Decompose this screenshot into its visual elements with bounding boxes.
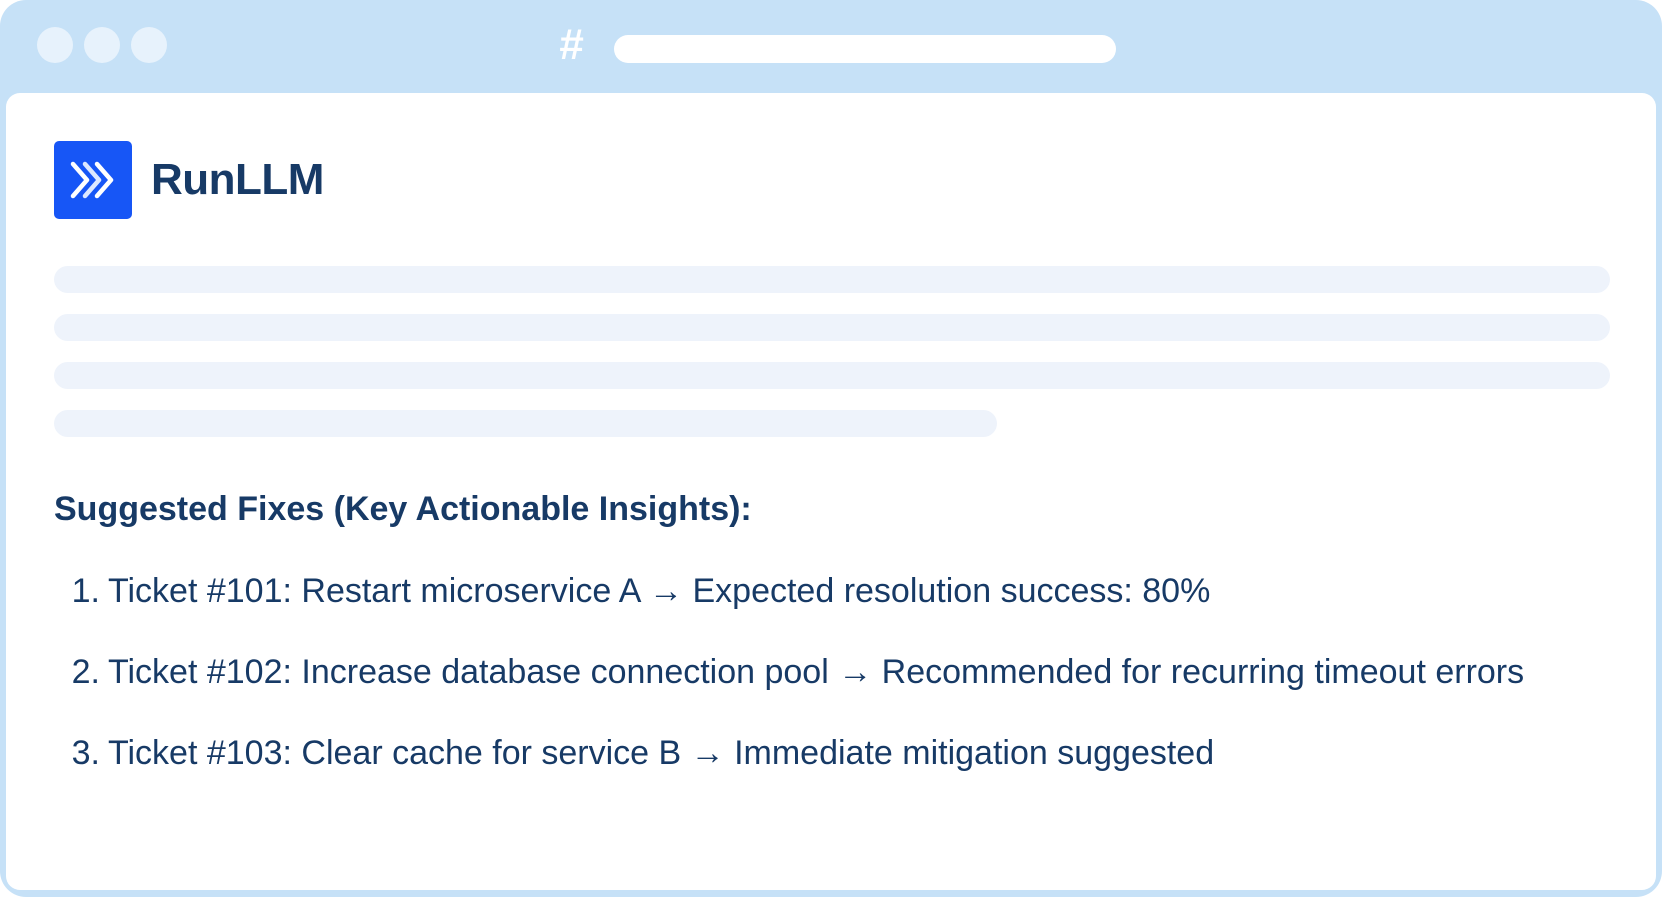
list-item-number: 3. — [71, 734, 100, 772]
suggested-fixes-heading: Suggested Fixes (Key Actionable Insights… — [54, 490, 752, 528]
browser-titlebar: # — [0, 0, 1662, 92]
brand-name: RunLLM — [151, 155, 324, 204]
browser-window: # RunLLM Suggested Fixes (Key Actionable… — [0, 0, 1662, 897]
brand-header: RunLLM — [54, 141, 324, 219]
list-item-text: Ticket #102: Increase database connectio… — [108, 653, 1525, 691]
hash-icon: # — [558, 20, 584, 69]
list-item-number: 2. — [71, 653, 100, 691]
runllm-logo — [54, 141, 132, 219]
double-chevron-right-icon — [70, 161, 114, 199]
window-minimize-dot[interactable] — [84, 27, 120, 63]
page-content: RunLLM Suggested Fixes (Key Actionable I… — [6, 93, 1656, 890]
window-maximize-dot[interactable] — [131, 27, 167, 63]
skeleton-line — [54, 410, 997, 437]
skeleton-line — [54, 362, 1610, 389]
list-item-text: Ticket #103: Clear cache for service B →… — [108, 734, 1215, 772]
window-close-dot[interactable] — [37, 27, 73, 63]
skeleton-line — [54, 266, 1610, 293]
list-item-text: Ticket #101: Restart microservice A → Ex… — [108, 572, 1211, 610]
suggested-fixes-list: 1. Ticket #101: Restart microservice A →… — [54, 563, 1614, 806]
list-item: 3. Ticket #103: Clear cache for service … — [54, 725, 1614, 782]
skeleton-line — [54, 314, 1610, 341]
list-item: 1. Ticket #101: Restart microservice A →… — [54, 563, 1614, 620]
list-item: 2. Ticket #102: Increase database connec… — [54, 644, 1614, 701]
address-bar[interactable] — [614, 35, 1116, 63]
list-item-number: 1. — [71, 572, 100, 610]
